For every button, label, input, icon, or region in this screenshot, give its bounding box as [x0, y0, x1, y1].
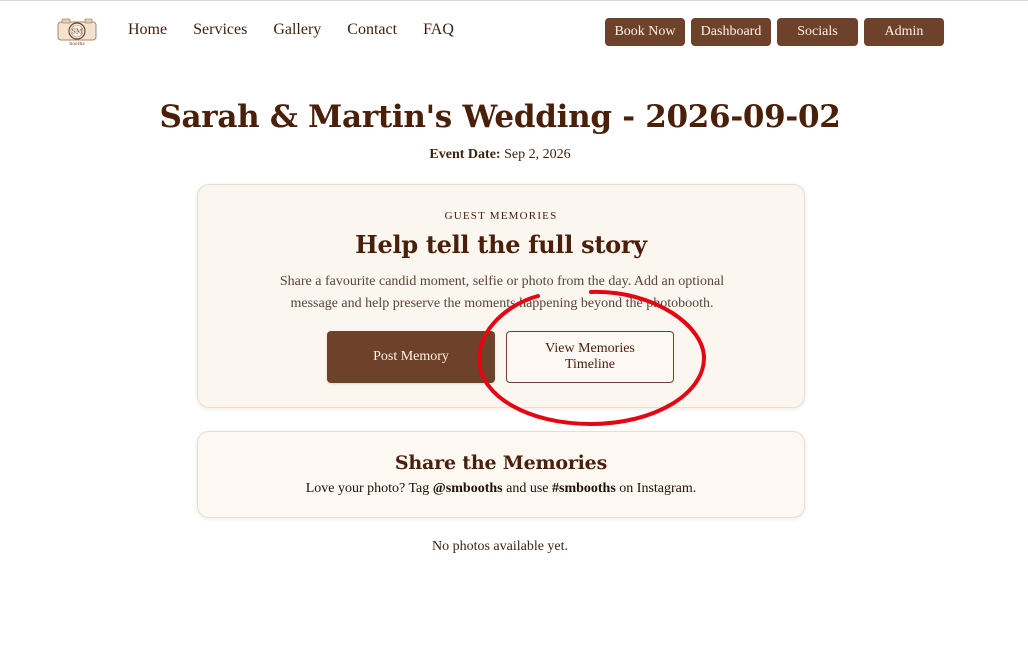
post-memory-button[interactable]: Post Memory: [327, 331, 495, 383]
nav-link-gallery[interactable]: Gallery: [273, 21, 321, 39]
nav-link-home[interactable]: Home: [128, 21, 167, 39]
share-text-before: Love your photo? Tag: [305, 481, 433, 496]
share-text-middle: and use: [502, 481, 552, 496]
guest-memories-card: GUEST MEMORIES Help tell the full story …: [197, 184, 805, 408]
guest-memories-eyebrow: GUEST MEMORIES: [444, 210, 558, 222]
dashboard-button[interactable]: Dashboard: [691, 18, 771, 46]
view-memories-timeline-button[interactable]: View Memories Timeline: [506, 331, 674, 383]
share-memories-heading: Share the Memories: [394, 452, 608, 474]
instagram-hashtag: #smbooths: [552, 481, 616, 496]
logo-subtext: booths: [69, 41, 85, 46]
camera-logo-icon: SM booths: [57, 18, 97, 47]
nav-link-services[interactable]: Services: [193, 21, 247, 39]
guest-memories-description: Share a favourite candid moment, selfie …: [279, 274, 725, 311]
socials-button[interactable]: Socials: [777, 18, 858, 46]
page-title: Sarah & Martin's Wedding - 2026-09-02: [159, 99, 841, 135]
share-memories-card: Share the Memories Love your photo? Tag …: [197, 431, 805, 518]
event-date-value: Sep 2, 2026: [504, 147, 571, 162]
share-text-after: on Instagram.: [615, 481, 697, 496]
event-date: Event Date: Sep 2, 2026: [0, 147, 1000, 163]
instagram-handle: @smbooths: [432, 481, 503, 496]
nav-link-faq[interactable]: FAQ: [423, 21, 454, 39]
logo[interactable]: SM booths: [56, 16, 98, 47]
top-border: [0, 0, 1028, 1]
book-now-button[interactable]: Book Now: [605, 18, 685, 46]
nav-link-contact[interactable]: Contact: [347, 21, 397, 39]
logo-text: SM: [71, 28, 82, 36]
share-memories-text: Love your photo? Tag @smbooths and use #…: [198, 481, 804, 497]
main-nav: Home Services Gallery Contact FAQ: [128, 21, 480, 39]
event-date-label: Event Date:: [429, 147, 501, 162]
admin-button[interactable]: Admin: [864, 18, 944, 46]
nav-button-group: Book Now Dashboard Socials Admin: [605, 18, 950, 46]
guest-memories-heading: Help tell the full story: [355, 230, 647, 259]
gallery-empty-message: No photos available yet.: [431, 539, 569, 554]
